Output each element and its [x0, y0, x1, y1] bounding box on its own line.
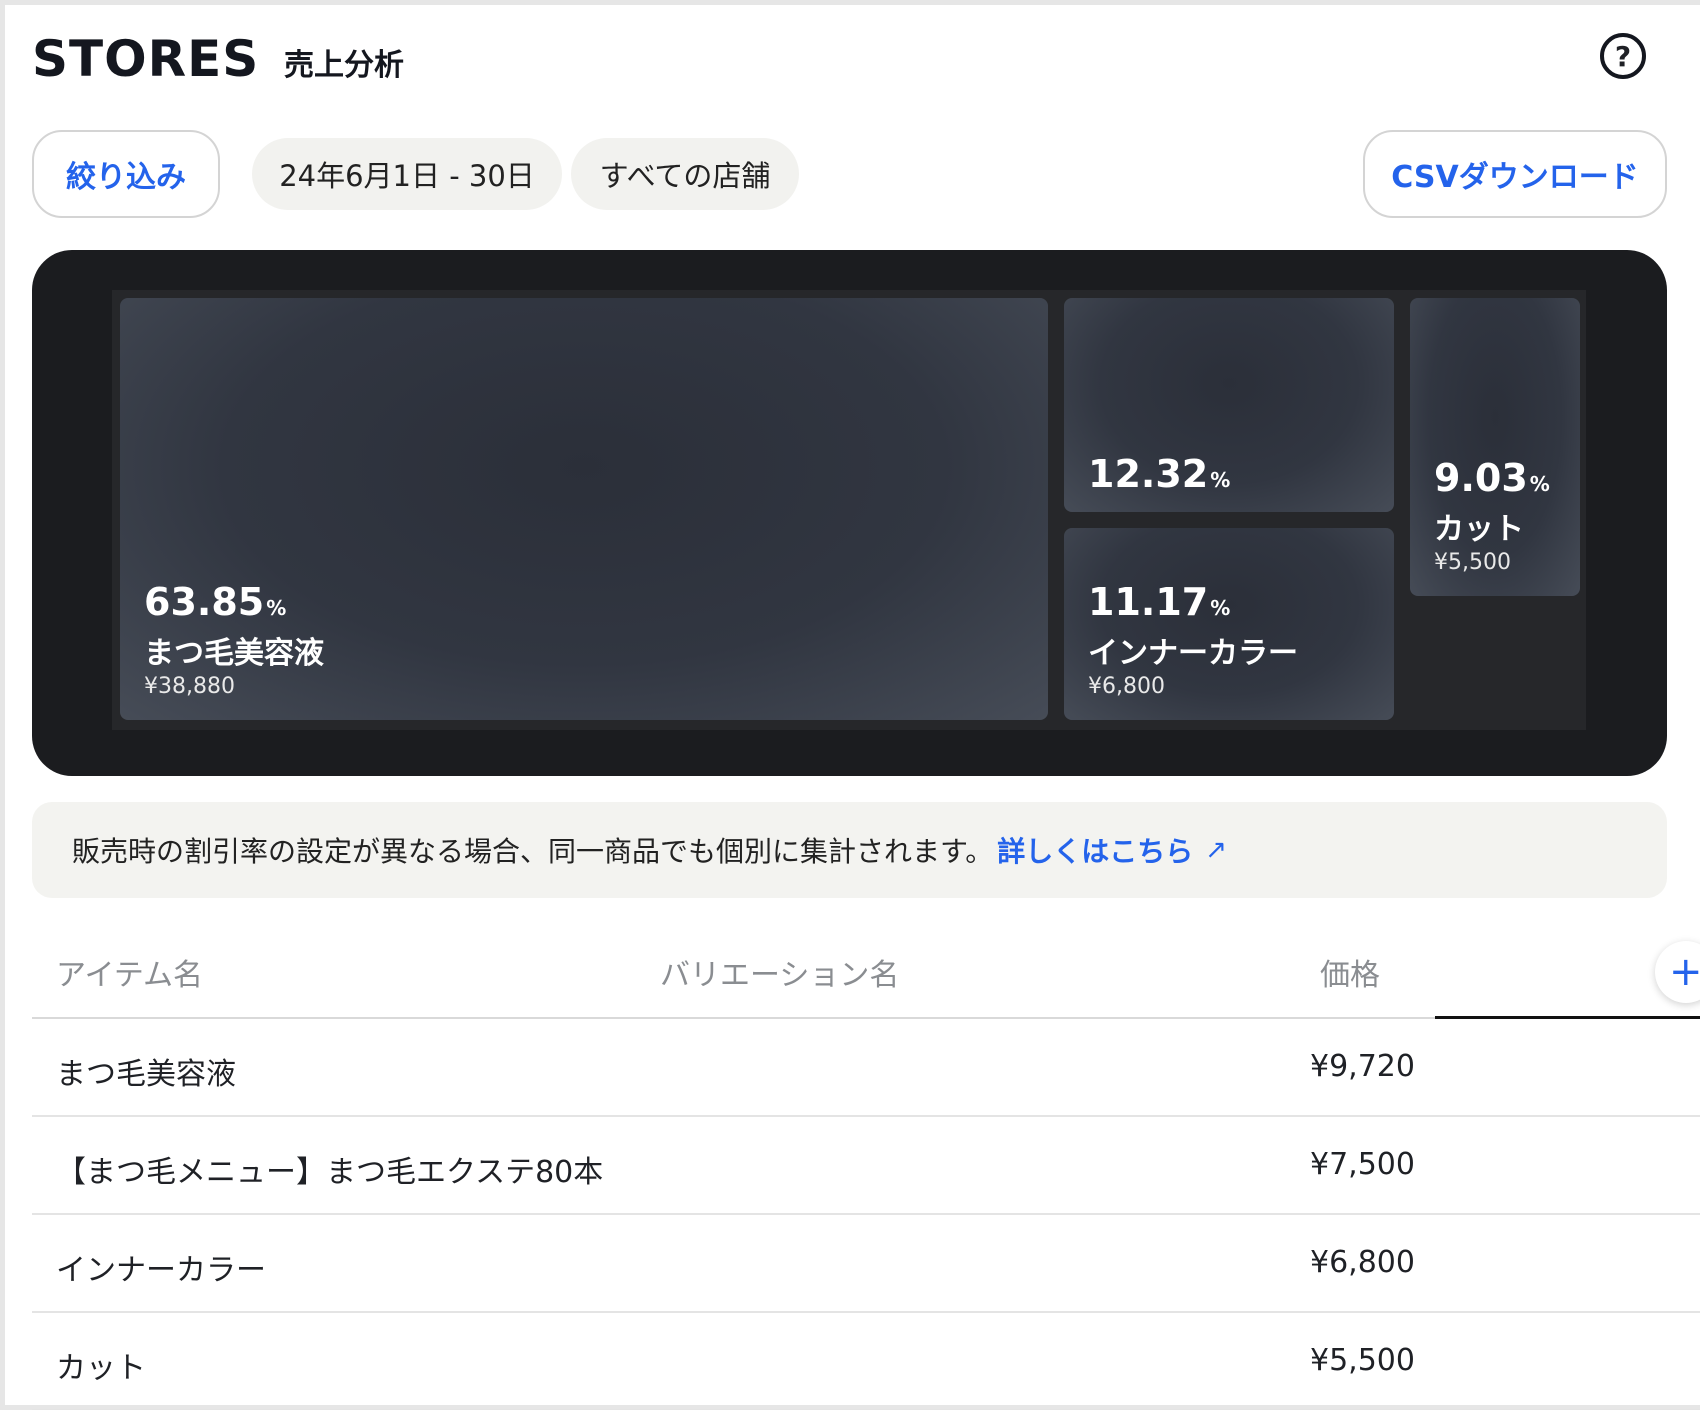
- treemap-tile-1[interactable]: 63.85% まつ毛美容液 ¥38,880: [120, 298, 1048, 720]
- page-title: 売上分析: [284, 48, 404, 83]
- tile-amount: ¥38,880: [144, 674, 235, 699]
- notice-text: 販売時の割引率の設定が異なる場合、同一商品でも個別に集計されます。: [72, 835, 994, 868]
- column-header-variation-name[interactable]: バリエーション名: [660, 950, 899, 994]
- table-row[interactable]: まつ毛美容液 ¥9,720: [32, 1019, 1700, 1117]
- table-row[interactable]: カット ¥5,500: [32, 1313, 1700, 1410]
- tile-percent: 9.03%: [1434, 456, 1550, 500]
- tile-amount: ¥6,800: [1088, 674, 1165, 699]
- sales-treemap: 63.85% まつ毛美容液 ¥38,880 12.32% 11.17% インナー…: [32, 250, 1667, 776]
- item-name-cell: 【まつ毛メニュー】まつ毛エクステ80本: [56, 1155, 604, 1190]
- price-cell: ¥5,500: [1310, 1343, 1415, 1378]
- external-link-icon[interactable]: ↗: [1205, 835, 1227, 865]
- column-header-price[interactable]: 価格: [1320, 950, 1380, 994]
- plus-icon: +: [1669, 949, 1700, 995]
- tile-amount: ¥5,500: [1434, 550, 1511, 575]
- tile-percent: 11.17%: [1088, 580, 1231, 624]
- date-range-chip[interactable]: 24年6月1日 - 30日: [252, 138, 562, 210]
- filter-button[interactable]: 絞り込み: [32, 130, 220, 218]
- notice-banner: 販売時の割引率の設定が異なる場合、同一商品でも個別に集計されます。 詳しくはこち…: [32, 802, 1667, 898]
- question-circle-icon: ?: [1614, 39, 1632, 73]
- treemap-area: 63.85% まつ毛美容液 ¥38,880 12.32% 11.17% インナー…: [112, 290, 1586, 730]
- table-row[interactable]: 【まつ毛メニュー】まつ毛エクステ80本 ¥7,500: [32, 1117, 1700, 1215]
- price-cell: ¥9,720: [1310, 1049, 1415, 1084]
- tile-percent: 12.32%: [1088, 452, 1231, 496]
- learn-more-link[interactable]: 詳しくはこちら: [997, 830, 1193, 870]
- treemap-tile-2[interactable]: 12.32%: [1064, 298, 1394, 512]
- tile-name: まつ毛美容液: [144, 636, 324, 671]
- store-chip[interactable]: すべての店舗: [571, 138, 799, 210]
- tile-name: カット: [1434, 512, 1524, 547]
- price-cell: ¥7,500: [1310, 1147, 1415, 1182]
- stores-logo: STORES: [32, 30, 260, 88]
- item-name-cell: インナーカラー: [56, 1253, 266, 1288]
- column-header-item-name[interactable]: アイテム名: [56, 950, 203, 994]
- item-name-cell: まつ毛美容液: [56, 1057, 236, 1092]
- treemap-tile-4[interactable]: 9.03% カット ¥5,500: [1410, 298, 1580, 596]
- help-button[interactable]: ?: [1600, 33, 1646, 79]
- table-row[interactable]: インナーカラー ¥6,800: [32, 1215, 1700, 1313]
- tile-name: インナーカラー: [1088, 636, 1298, 671]
- item-name-cell: カット: [56, 1351, 146, 1386]
- csv-download-button[interactable]: CSVダウンロード: [1363, 130, 1667, 218]
- tile-percent: 63.85%: [144, 580, 287, 624]
- treemap-tile-3[interactable]: 11.17% インナーカラー ¥6,800: [1064, 528, 1394, 720]
- price-cell: ¥6,800: [1310, 1245, 1415, 1280]
